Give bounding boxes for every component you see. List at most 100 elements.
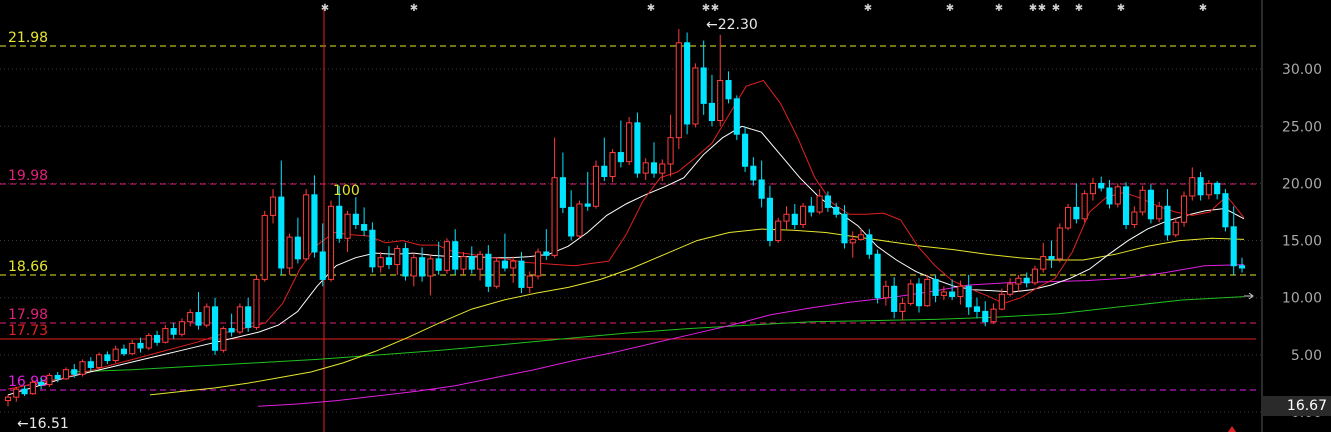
candle[interactable]: [79, 359, 86, 377]
candle[interactable]: [1139, 185, 1146, 216]
event-star-icon[interactable]: ✱: [1075, 3, 1083, 14]
candle[interactable]: [1205, 179, 1212, 200]
candle[interactable]: [294, 217, 301, 264]
candle[interactable]: [534, 248, 542, 280]
candle[interactable]: [609, 149, 616, 183]
candle[interactable]: [1114, 183, 1121, 208]
candle[interactable]: [849, 231, 856, 258]
candle[interactable]: [576, 200, 583, 239]
event-star-icon[interactable]: ✱: [1052, 3, 1060, 14]
candle[interactable]: [46, 373, 53, 387]
candle[interactable]: [62, 367, 70, 380]
candle[interactable]: [120, 344, 128, 356]
candle[interactable]: [874, 249, 881, 304]
candle[interactable]: [584, 171, 591, 211]
event-star-icon[interactable]: ✱: [1199, 3, 1207, 14]
candle[interactable]: [915, 278, 923, 313]
candle[interactable]: [1122, 182, 1130, 230]
candle[interactable]: [708, 74, 716, 127]
candle[interactable]: [96, 352, 103, 370]
candle[interactable]: [833, 202, 840, 218]
candle[interactable]: [460, 251, 467, 275]
candle[interactable]: [617, 120, 624, 168]
candle[interactable]: [1147, 184, 1154, 224]
candle[interactable]: [1214, 181, 1221, 200]
candle[interactable]: [957, 280, 964, 305]
candle[interactable]: [476, 250, 484, 281]
candle[interactable]: [369, 222, 376, 273]
candle[interactable]: [352, 197, 359, 230]
candle[interactable]: [1040, 242, 1047, 273]
candle[interactable]: [178, 318, 185, 337]
candle[interactable]: [220, 326, 227, 353]
candle[interactable]: [344, 210, 351, 252]
candle[interactable]: [949, 279, 956, 300]
candle[interactable]: [1156, 201, 1163, 223]
candle[interactable]: [311, 175, 318, 258]
candle[interactable]: [361, 207, 368, 236]
candle[interactable]: [783, 206, 790, 230]
candle[interactable]: [766, 185, 774, 247]
candle[interactable]: [601, 137, 608, 182]
candle[interactable]: [452, 229, 459, 275]
candle[interactable]: [485, 245, 492, 292]
event-star-icon[interactable]: ✱: [702, 3, 710, 14]
candle[interactable]: [385, 246, 393, 270]
candle[interactable]: [758, 160, 765, 208]
candle[interactable]: [1180, 191, 1188, 227]
candle[interactable]: [642, 158, 649, 180]
event-star-icon[interactable]: ✱: [1038, 3, 1046, 14]
event-star-icon[interactable]: ✱: [864, 3, 872, 14]
candle[interactable]: [1230, 206, 1237, 275]
candle[interactable]: [104, 351, 111, 364]
candle[interactable]: [543, 229, 550, 260]
candle[interactable]: [1007, 278, 1014, 297]
candle[interactable]: [733, 95, 740, 140]
candle[interactable]: [303, 189, 310, 262]
candle[interactable]: [129, 339, 136, 355]
candle[interactable]: [327, 200, 335, 282]
candle[interactable]: [1048, 240, 1055, 268]
candle[interactable]: [717, 34, 724, 127]
candle[interactable]: [170, 322, 177, 339]
candle[interactable]: [675, 29, 682, 150]
candle[interactable]: [940, 286, 947, 300]
candle[interactable]: [286, 233, 293, 275]
candle[interactable]: [882, 280, 889, 306]
candle[interactable]: [29, 379, 36, 395]
candle[interactable]: [187, 309, 194, 327]
event-markers[interactable]: ✱ ✱ ✱ ✱ ✱ ✱ ✱ ✱ ✱ ✱ ✱ ✱ ✱ ✱: [321, 3, 1207, 14]
candle[interactable]: [725, 71, 732, 104]
candle[interactable]: [245, 297, 252, 332]
candle[interactable]: [1073, 183, 1080, 224]
candle[interactable]: [899, 297, 906, 321]
candle[interactable]: [493, 257, 500, 289]
candle[interactable]: [1015, 274, 1022, 292]
candle[interactable]: [808, 197, 815, 217]
candle[interactable]: [112, 345, 119, 363]
candle[interactable]: [791, 203, 798, 230]
candle[interactable]: [162, 325, 169, 344]
candle[interactable]: [700, 40, 707, 115]
candle[interactable]: [1031, 265, 1039, 286]
candle[interactable]: [1098, 176, 1105, 192]
candle[interactable]: [973, 297, 981, 319]
candle[interactable]: [13, 386, 20, 402]
candle[interactable]: [1089, 177, 1096, 201]
candle[interactable]: [684, 32, 691, 135]
candle[interactable]: [1056, 223, 1063, 263]
candle[interactable]: [551, 137, 558, 258]
event-star-icon[interactable]: ✱: [1117, 3, 1125, 14]
candle[interactable]: [211, 297, 219, 355]
candle[interactable]: [650, 142, 658, 178]
candle[interactable]: [1164, 189, 1171, 241]
candle[interactable]: [932, 274, 939, 303]
event-star-icon[interactable]: ✱: [711, 3, 719, 14]
candle[interactable]: [154, 330, 161, 346]
candle[interactable]: [742, 126, 749, 172]
candle[interactable]: [137, 337, 144, 353]
candle[interactable]: [278, 160, 285, 275]
candle[interactable]: [228, 313, 235, 337]
candle[interactable]: [419, 247, 426, 282]
candle[interactable]: [568, 190, 575, 241]
